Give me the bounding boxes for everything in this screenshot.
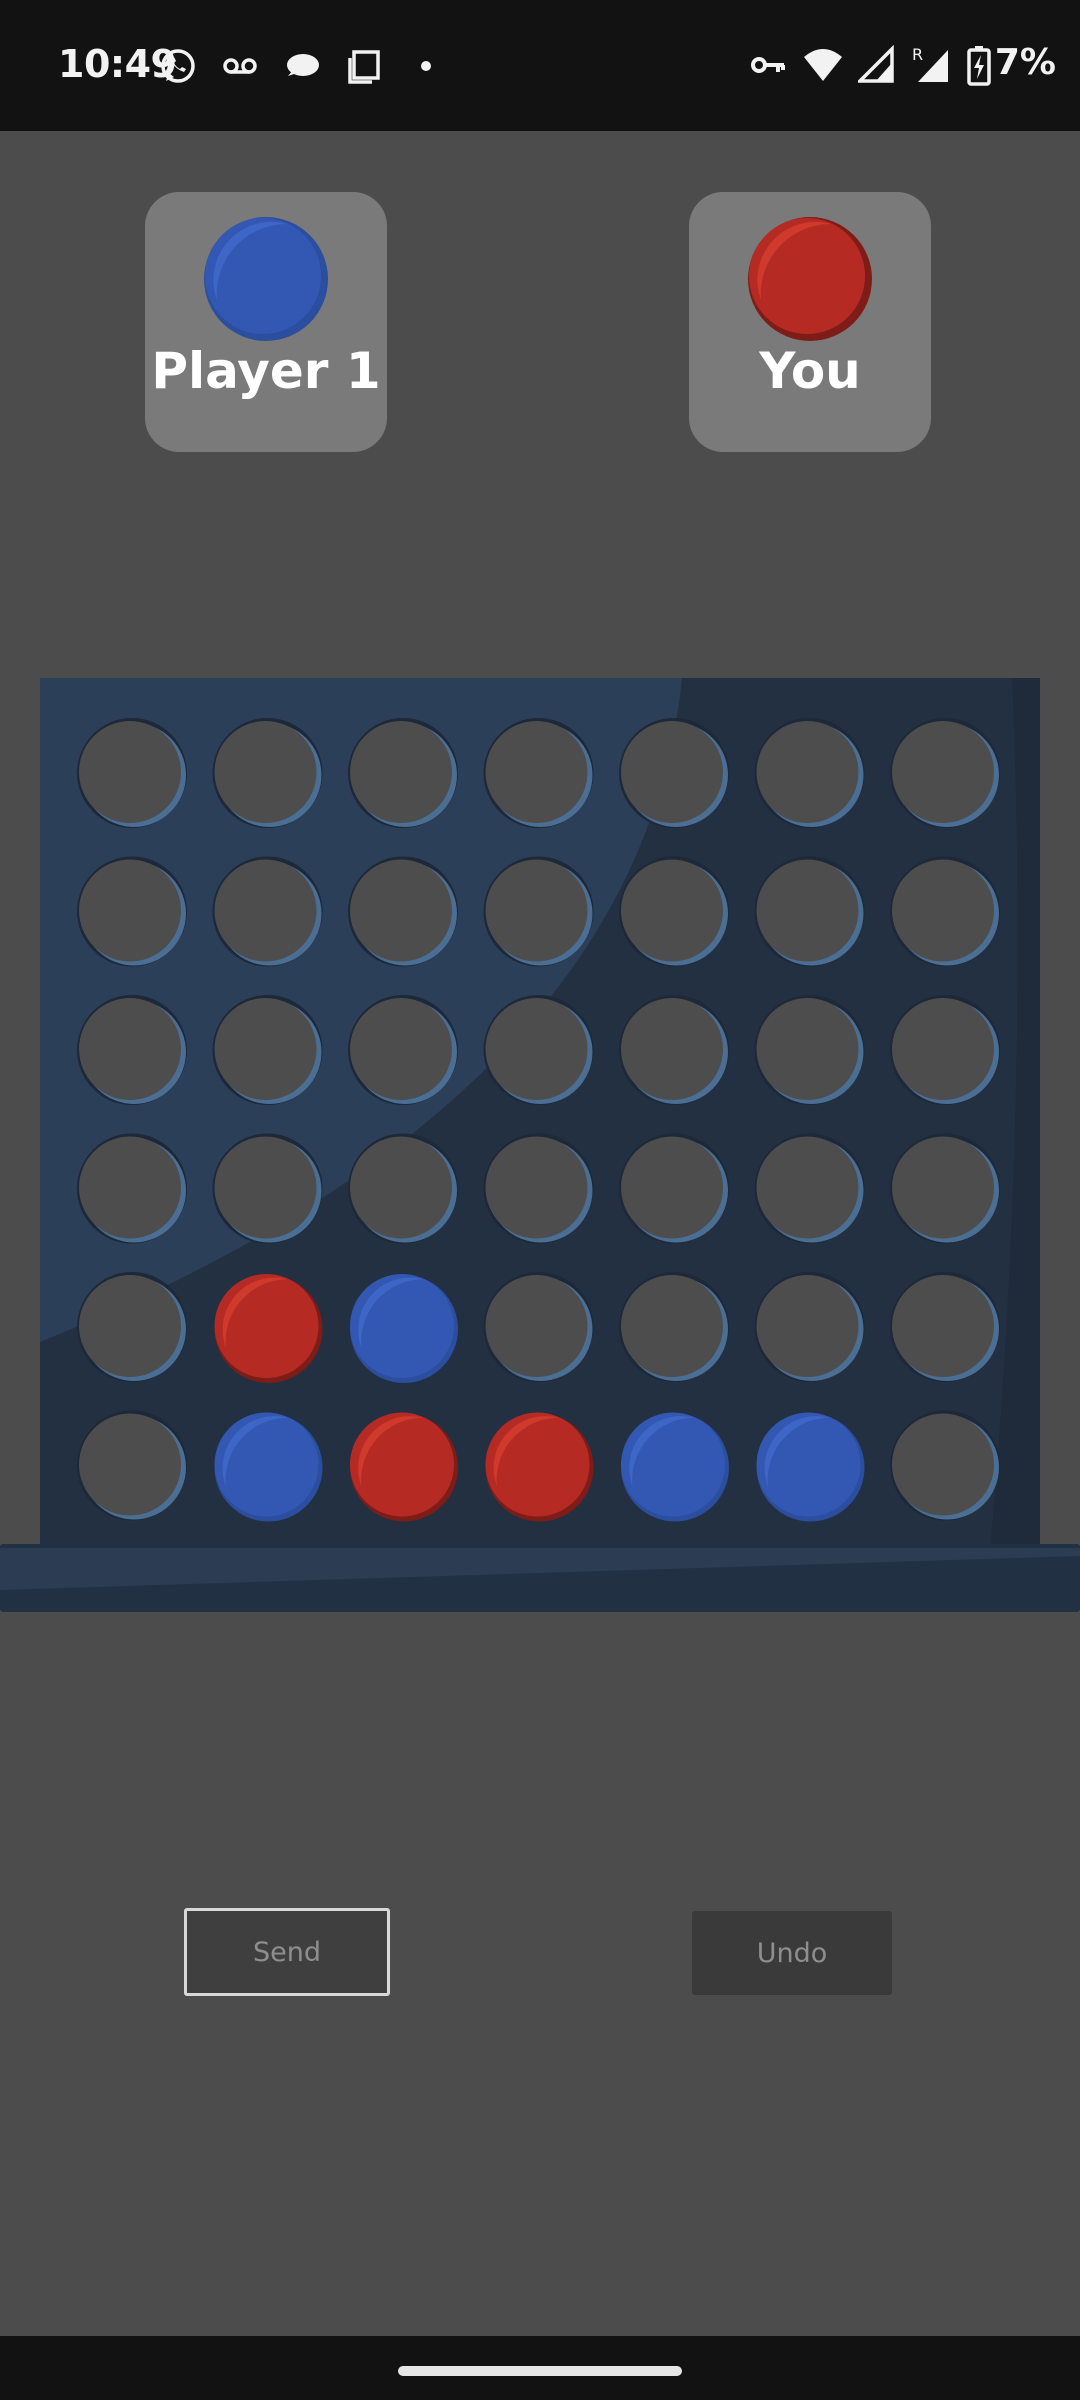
status-bar: 10:49 R 7% <box>0 0 1080 131</box>
board-cell-empty[interactable] <box>890 718 1000 828</box>
board-cell-empty[interactable] <box>754 856 865 967</box>
battery-charging-icon <box>967 46 991 86</box>
board-cell-empty[interactable] <box>348 856 458 967</box>
board-cell-empty[interactable] <box>77 1133 187 1244</box>
player-name: You <box>759 342 861 400</box>
board-cell-empty[interactable] <box>483 1272 594 1382</box>
board-cell-empty[interactable] <box>754 1133 865 1244</box>
send-button[interactable]: Send <box>184 1908 390 1996</box>
player-name: Player 1 <box>151 342 381 400</box>
board-cell-empty[interactable] <box>212 995 323 1105</box>
whatsapp-icon <box>161 49 195 83</box>
board-cell-empty[interactable] <box>77 718 187 828</box>
signal-icon <box>858 45 894 83</box>
voicemail-icon <box>223 58 257 74</box>
board-cell-empty[interactable] <box>348 995 458 1105</box>
board-cell-empty[interactable] <box>212 1133 323 1244</box>
board-cell-empty[interactable] <box>483 1133 594 1244</box>
board-cell-empty[interactable] <box>483 856 594 967</box>
chat-bubble-icon <box>287 54 319 76</box>
board-cell-empty[interactable] <box>890 1272 1000 1382</box>
board-cell-empty[interactable] <box>754 995 865 1105</box>
board-cell-empty[interactable] <box>619 995 729 1105</box>
red-disc-icon <box>748 217 872 341</box>
wifi-icon <box>804 49 842 81</box>
dot-icon <box>421 61 431 71</box>
board-cell-empty[interactable] <box>890 995 1000 1105</box>
vpn-key-icon <box>751 57 785 73</box>
player-card-you: You <box>689 192 931 452</box>
battery-percent: 7% <box>994 42 1056 83</box>
board-cell-empty[interactable] <box>348 718 458 828</box>
board-cell-empty[interactable] <box>77 856 187 967</box>
board-cell-empty[interactable] <box>212 718 323 828</box>
board-cell-empty[interactable] <box>483 718 594 828</box>
home-gesture-handle[interactable] <box>398 2366 682 2376</box>
screenshot-icon <box>348 50 380 84</box>
game-board[interactable] <box>0 678 1080 1614</box>
board-cell-empty[interactable] <box>619 856 729 967</box>
board-svg[interactable] <box>0 678 1080 1614</box>
board-cell-empty[interactable] <box>77 1410 187 1521</box>
roaming-letter: R <box>912 45 923 64</box>
board-cell-empty[interactable] <box>619 1272 729 1382</box>
board-cell-empty[interactable] <box>619 718 729 828</box>
game-screen: 10:49 R 7% Player 1 You Send Undo <box>0 0 1080 2400</box>
player-card-player-1: Player 1 <box>145 192 387 452</box>
blue-disc-icon <box>204 217 328 341</box>
board-cell-empty[interactable] <box>890 1133 1000 1244</box>
board-cell-empty[interactable] <box>890 1410 1000 1521</box>
notification-icons <box>158 46 446 86</box>
board-cell-empty[interactable] <box>77 995 187 1105</box>
undo-button[interactable]: Undo <box>692 1911 892 1995</box>
board-cell-empty[interactable] <box>619 1133 729 1244</box>
board-cell-empty[interactable] <box>348 1133 458 1244</box>
signal-roaming-icon: R <box>912 45 948 82</box>
board-cell-empty[interactable] <box>754 718 865 828</box>
board-cell-empty[interactable] <box>754 1272 865 1382</box>
board-cell-empty[interactable] <box>890 856 1000 967</box>
board-cell-empty[interactable] <box>483 995 594 1105</box>
system-icons: R <box>748 44 992 86</box>
board-cell-empty[interactable] <box>77 1272 187 1382</box>
board-cell-empty[interactable] <box>212 856 323 967</box>
